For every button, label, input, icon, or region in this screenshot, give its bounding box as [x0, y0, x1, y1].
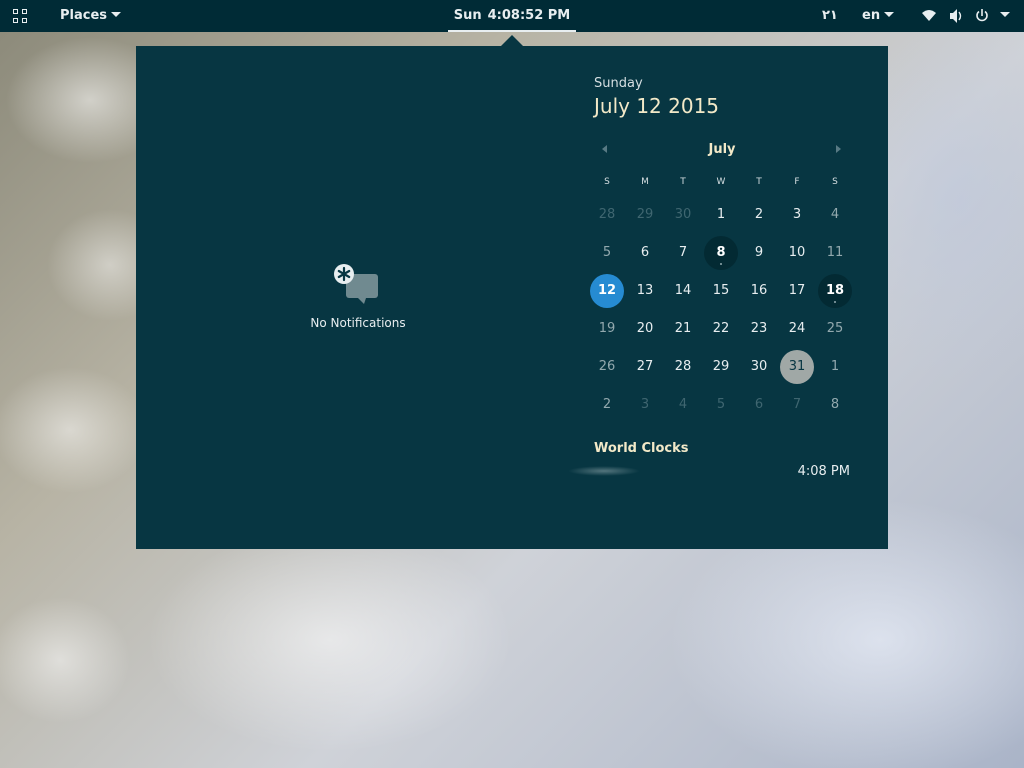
weekday-header: T [756, 177, 762, 187]
calendar-day[interactable]: 6 [626, 234, 664, 272]
calendar-day-selected[interactable]: 31 [780, 350, 814, 384]
calendar-day[interactable]: 16 [740, 272, 778, 310]
calendar-day[interactable]: 3 [626, 386, 664, 424]
date-menu-popup: No Notifications Sunday July 12 2015 Jul… [136, 46, 888, 549]
month-label: July [708, 142, 736, 157]
calendar-day[interactable]: 26 [588, 348, 626, 386]
calendar-day[interactable]: 30 [664, 196, 702, 234]
date-time-button[interactable]: Sun 4:08:52 PM [448, 0, 576, 32]
no-notifications-label: No Notifications [310, 316, 406, 330]
month-header: July [594, 140, 850, 160]
calendar-day[interactable]: 22 [702, 310, 740, 348]
calendar-day[interactable]: 30 [740, 348, 778, 386]
next-month-icon[interactable] [836, 145, 841, 153]
calendar-day[interactable]: 5 [588, 234, 626, 272]
calendar-day[interactable]: 15 [702, 272, 740, 310]
calendar-day[interactable]: 25 [816, 310, 854, 348]
world-clock-time: 4:08 PM [797, 464, 850, 479]
calendar-day[interactable]: 27 [626, 348, 664, 386]
calendar-day[interactable]: 4 [816, 196, 854, 234]
calendar-day[interactable]: 17 [778, 272, 816, 310]
chevron-down-icon [884, 12, 895, 17]
weekday-header: S [604, 177, 610, 187]
system-menu-chevron-icon[interactable] [996, 0, 1010, 32]
calendar-day[interactable]: 23 [740, 310, 778, 348]
world-clock-location-label [568, 466, 640, 476]
date-heading[interactable]: July 12 2015 [594, 94, 719, 118]
rtl-indicator[interactable]: ٢١ [822, 0, 838, 32]
calendar-day[interactable]: 21 [664, 310, 702, 348]
calendar-day[interactable]: 10 [778, 234, 816, 272]
calendar-day[interactable]: 11 [816, 234, 854, 272]
keyboard-language-menu[interactable]: en [862, 0, 895, 32]
weekday-heading[interactable]: Sunday [594, 76, 643, 91]
wifi-icon[interactable] [922, 0, 936, 32]
calendar-day[interactable]: 2 [740, 196, 778, 234]
calendar-day[interactable]: 8 [816, 386, 854, 424]
notification-list: No Notifications [286, 264, 430, 330]
chevron-down-icon [111, 12, 122, 17]
calendar-day[interactable]: 5 [702, 386, 740, 424]
calendar-day[interactable]: 18 [818, 274, 852, 308]
weekday-header: T [680, 177, 686, 187]
world-clocks-title[interactable]: World Clocks [594, 441, 689, 456]
places-menu[interactable]: Places [60, 0, 122, 32]
language-label: en [862, 8, 881, 23]
weekday-header: S [832, 177, 838, 187]
calendar-day[interactable]: 1 [816, 348, 854, 386]
calendar-day[interactable]: 20 [626, 310, 664, 348]
volume-icon[interactable] [949, 0, 963, 32]
calendar-day[interactable]: 24 [778, 310, 816, 348]
calendar-day[interactable]: 8 [704, 236, 738, 270]
calendar-day[interactable]: 28 [664, 348, 702, 386]
calendar-day[interactable]: 3 [778, 196, 816, 234]
calendar-day[interactable]: 13 [626, 272, 664, 310]
popup-pointer [501, 35, 523, 46]
clock-time: 4:08:52 PM [487, 8, 571, 23]
calendar-day[interactable]: 1 [702, 196, 740, 234]
calendar-day[interactable]: 7 [664, 234, 702, 272]
calendar-day[interactable]: 29 [626, 196, 664, 234]
calendar-day-today[interactable]: 12 [590, 274, 624, 308]
weekday-header: F [794, 177, 800, 187]
activities-grid-icon[interactable] [13, 0, 31, 32]
clock-day: Sun [453, 8, 482, 23]
no-notifications-icon [334, 264, 382, 312]
calendar-day[interactable]: 7 [778, 386, 816, 424]
top-bar: Places Sun 4:08:52 PM ٢١ en [0, 0, 1024, 32]
calendar-day[interactable]: 9 [740, 234, 778, 272]
power-icon[interactable] [975, 0, 989, 32]
calendar-day[interactable]: 28 [588, 196, 626, 234]
places-label: Places [60, 8, 108, 23]
calendar-day[interactable]: 2 [588, 386, 626, 424]
calendar-day[interactable]: 19 [588, 310, 626, 348]
calendar-day[interactable]: 29 [702, 348, 740, 386]
calendar-day[interactable]: 14 [664, 272, 702, 310]
weekday-header: M [641, 177, 649, 187]
weekday-header: W [716, 177, 726, 187]
calendar-day[interactable]: 4 [664, 386, 702, 424]
calendar-day[interactable]: 6 [740, 386, 778, 424]
